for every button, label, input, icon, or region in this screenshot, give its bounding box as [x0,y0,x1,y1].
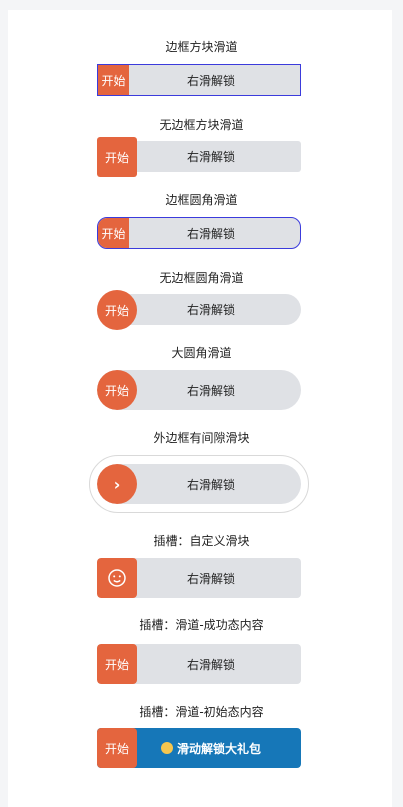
handle-label: 开始 [104,741,129,756]
slider-handle[interactable]: 开始 [97,728,137,768]
demo-title: 外边框有间隙滑块 [153,431,250,445]
handle-label: 开始 [104,150,129,165]
slider-handle[interactable]: 开始 [98,65,129,95]
slider-handle[interactable]: 开始 [97,137,137,177]
handle-label: 开始 [104,303,129,318]
demo-title: 边框方块滑道 [165,40,238,54]
handle-label: 开始 [104,383,129,398]
track-label: 右滑解锁 [186,303,235,317]
track-label: 右滑解锁 [186,477,235,492]
slider-track[interactable]: 开始 右滑解锁 [97,290,301,330]
track-label: 右滑解锁 [186,73,235,88]
smiley-face-icon [108,569,126,587]
slider-handle[interactable] [97,558,137,598]
track-label: 滑动解锁大礼包 [176,741,261,756]
handle-label: 开始 [101,226,126,241]
demo-title: 无边框方块滑道 [159,118,244,132]
track-label: 右滑解锁 [186,150,235,164]
track-label: 右滑解锁 [186,657,235,672]
slider-track[interactable]: 开始 右滑解锁 [97,137,301,177]
slider-handle[interactable]: 开始 [97,370,137,410]
slider-handle[interactable]: › [97,464,137,504]
slider-handle[interactable]: 开始 [97,644,137,684]
slider-handle[interactable]: 开始 [97,290,137,330]
chevron-right-icon: › [113,474,121,494]
handle-label: 开始 [101,73,126,88]
slider-track[interactable]: 开始 右滑解锁 [97,370,301,410]
demo-title: 插槽：滑道-初始态内容 [139,705,264,719]
slider-track[interactable]: 开始 右滑解锁 [97,64,301,96]
demo-title: 边框圆角滑道 [165,193,238,207]
demo-title: 插槽：自定义滑块 [153,534,250,548]
slider-track[interactable]: › 右滑解锁 [97,464,301,504]
demo-title: 插槽：滑道-成功态内容 [139,618,264,632]
slider-handle[interactable]: 开始 [98,218,129,248]
page: 边框方块滑道 开始 右滑解锁 无边框方块滑道 开始 右滑解锁 边框圆角滑道 开始… [0,0,403,807]
handle-label: 开始 [104,657,129,672]
slider-track[interactable]: 右滑解锁 [97,558,301,598]
slider-track[interactable]: 开始 右滑解锁 [97,217,301,249]
track-label: 右滑解锁 [186,226,235,241]
smiley-emoji-icon [160,742,173,754]
track-label: 右滑解锁 [186,571,235,586]
track-label: 右滑解锁 [186,383,235,398]
slider-track[interactable]: 开始 滑动解锁大礼包 [97,728,301,768]
slider-track[interactable]: 开始 右滑解锁 [97,644,301,684]
demo-title: 无边框圆角滑道 [159,271,244,285]
track-label-group: 滑动解锁大礼包 [137,740,261,757]
demo-title: 大圆角滑道 [171,346,232,360]
